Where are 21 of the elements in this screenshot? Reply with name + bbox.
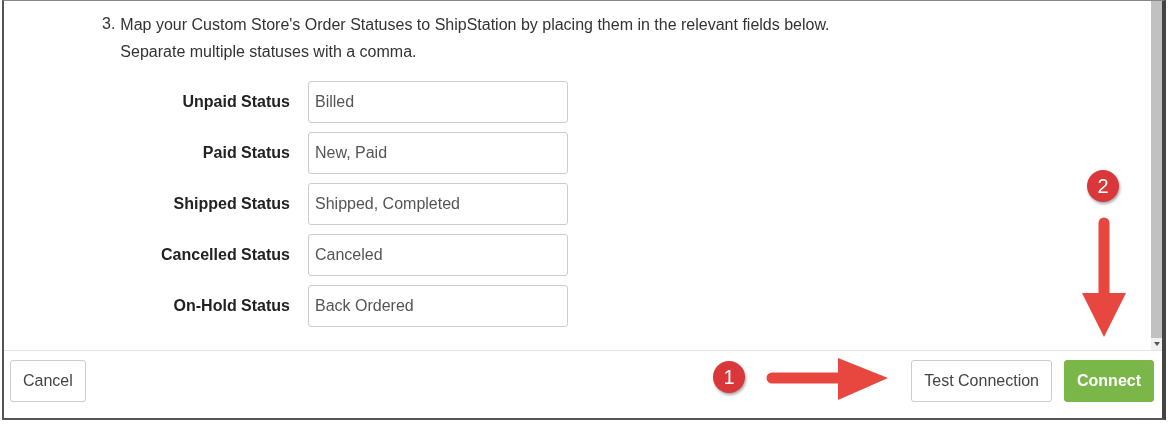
status-field[interactable]: Shipped, Completed (308, 183, 568, 225)
test-connection-button[interactable]: Test Connection (911, 360, 1052, 402)
field-label: Cancelled Status (160, 246, 290, 264)
field-label: Unpaid Status (181, 93, 290, 111)
field-label: Shipped Status (172, 195, 290, 213)
field-label: On-Hold Status (172, 297, 290, 315)
step-badge: 2 (1087, 170, 1119, 202)
field-label: Paid Status (201, 144, 290, 162)
arrow-icon (766, 356, 890, 402)
instruction-text: Separate multiple statuses with a comma. (120, 42, 418, 61)
step-number: 3. (102, 15, 116, 34)
status-field[interactable]: Canceled (308, 234, 568, 276)
status-field[interactable]: Back Ordered (308, 285, 568, 327)
scrollbar[interactable] (1151, 1, 1162, 350)
instruction-text: Map your Custom Store's Order Statuses to ShipStation by placing them in the relevant fields below. (120, 15, 830, 34)
scroll-down-icon[interactable] (1152, 341, 1161, 347)
step-badge: 1 (713, 361, 745, 393)
arrow-icon (1081, 217, 1127, 339)
status-field[interactable]: Billed (308, 81, 568, 123)
status-field[interactable]: New, Paid (308, 132, 568, 174)
cancel-button[interactable]: Cancel (10, 360, 86, 402)
